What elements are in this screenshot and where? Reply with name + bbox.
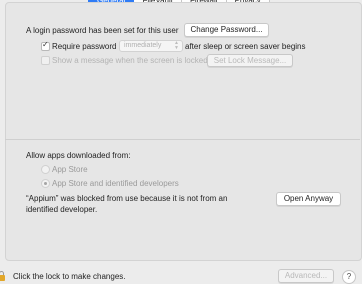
change-password-button[interactable]: Change Password... — [184, 23, 269, 37]
require-password-delay-select[interactable]: immediately ▲ ▼ — [119, 40, 183, 52]
radio-app-store-and-identified[interactable] — [41, 179, 50, 188]
require-password-label: Require password — [52, 42, 117, 51]
show-message-label: Show a message when the screen is locked — [52, 56, 208, 65]
select-value: immediately — [124, 42, 162, 49]
radio-app-store[interactable] — [41, 165, 50, 174]
advanced-button[interactable]: Advanced... — [278, 269, 334, 283]
general-panel — [5, 2, 362, 261]
allow-apps-heading: Allow apps downloaded from: — [26, 151, 131, 160]
section-divider — [5, 139, 360, 140]
set-lock-message-button[interactable]: Set Lock Message... — [207, 54, 293, 67]
radio-selected-dot — [44, 182, 47, 185]
blocked-message-line1: “Appium” was blocked from use because it… — [26, 194, 228, 203]
blocked-message-line2: identified developer. — [26, 205, 98, 214]
after-sleep-text: after sleep or screen saver begins — [185, 42, 306, 51]
checkmark-icon: ✓ — [42, 40, 49, 49]
radio-app-store-label: App Store — [52, 165, 88, 174]
require-password-checkbox[interactable]: ✓ — [41, 40, 50, 51]
login-password-text: A login password has been set for this u… — [26, 26, 179, 35]
help-button[interactable]: ? — [342, 270, 356, 284]
open-anyway-button[interactable]: Open Anyway — [276, 192, 341, 206]
show-message-checkbox[interactable] — [41, 56, 50, 65]
chevron-updown-icon: ▲ ▼ — [174, 40, 179, 51]
radio-app-store-and-identified-label: App Store and identified developers — [52, 179, 179, 188]
